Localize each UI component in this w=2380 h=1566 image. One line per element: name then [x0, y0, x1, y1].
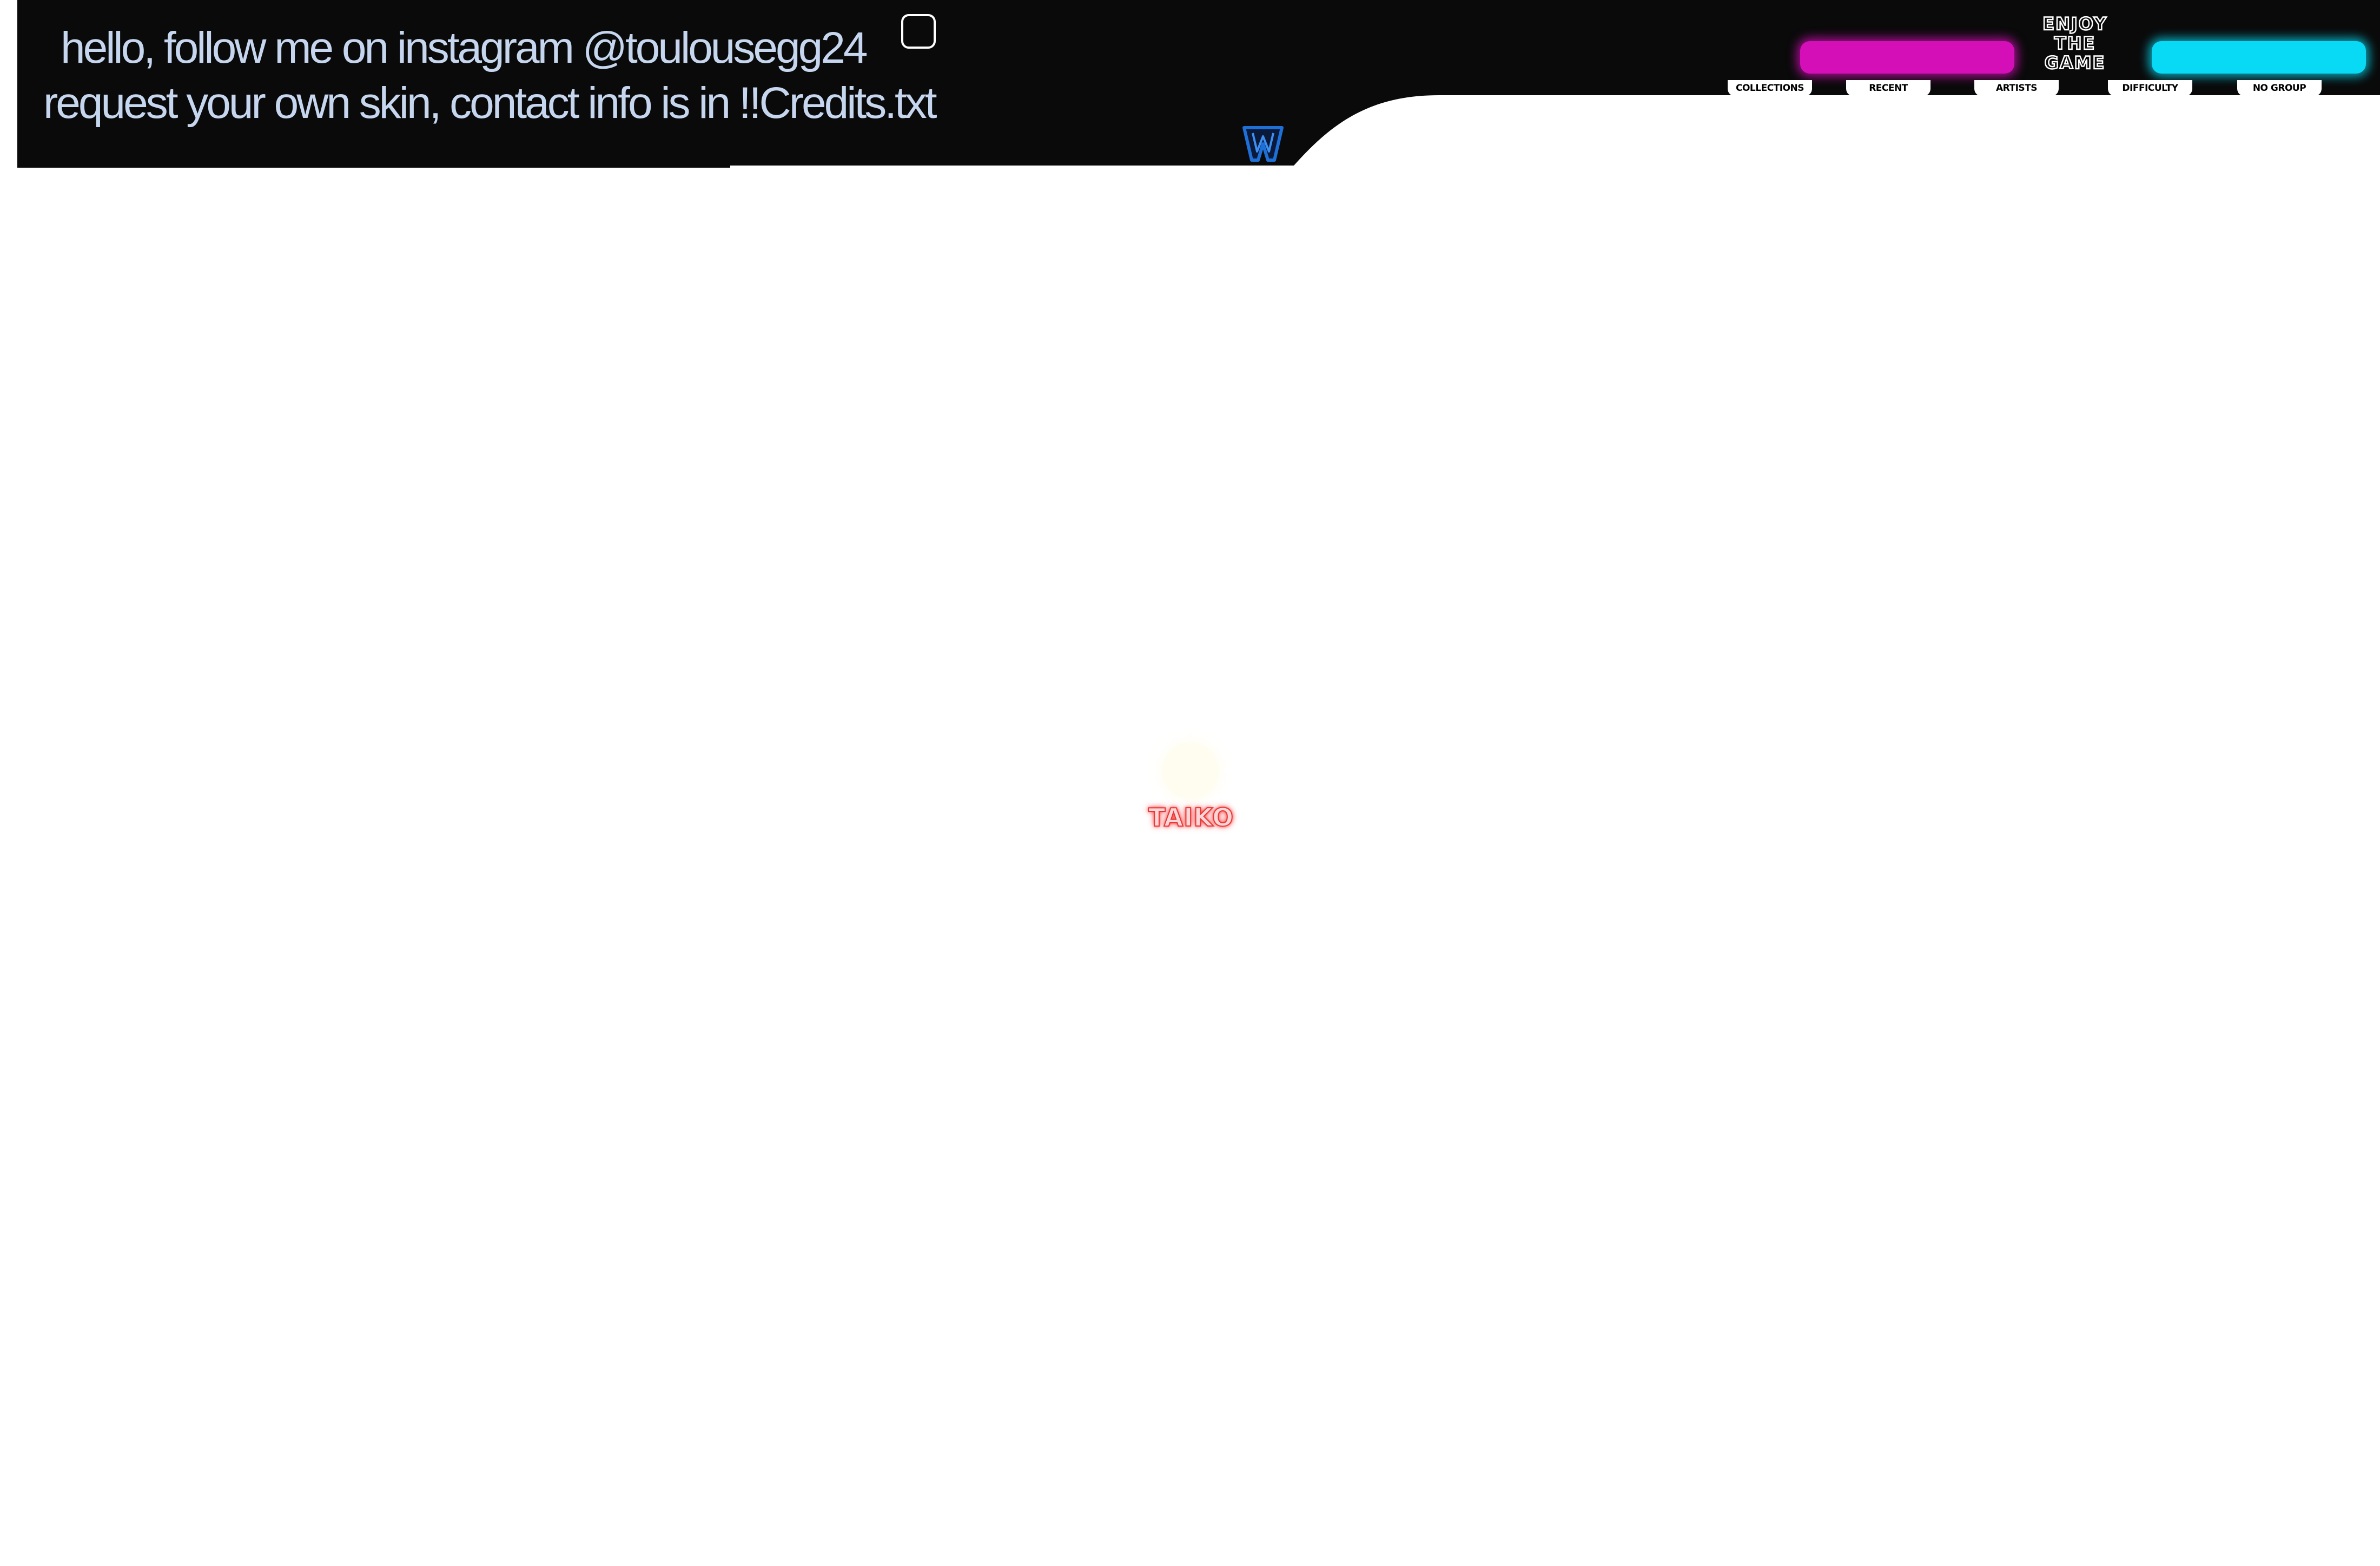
tab-recent[interactable]: RECENT — [1846, 80, 1931, 96]
song-select-screen: hello, follow me on instagram @toulouseg… — [0, 0, 2380, 1566]
logo-line-the: THE — [2054, 33, 2096, 54]
logo-line-enjoy: ENJOY — [2042, 14, 2107, 35]
game-mode-label: TAIKO — [1148, 802, 1234, 832]
tab-artists[interactable]: ARTISTS — [1974, 80, 2059, 96]
group-tabs: COLLECTIONS RECENT ARTISTS DIFFICULTY NO… — [0, 80, 2380, 98]
game-mode-indicator[interactable]: TAIKO — [1142, 746, 1240, 838]
logo-line-game: GAME — [2044, 52, 2106, 74]
neon-cyan-bar[interactable] — [2152, 41, 2366, 74]
tab-collections[interactable]: COLLECTIONS — [1728, 80, 1812, 96]
info-line-instagram: hello, follow me on instagram @toulouseg… — [61, 23, 868, 72]
neon-pink-bar[interactable] — [1800, 41, 2014, 74]
tab-difficulty[interactable]: DIFFICULTY — [2108, 80, 2192, 96]
enjoy-the-game-logo: ENJOY THE GAME — [2037, 14, 2113, 74]
tab-no-group[interactable]: NO GROUP — [2237, 80, 2322, 96]
taiko-drum-icon — [1166, 746, 1215, 795]
w-logo-icon — [1242, 126, 1284, 162]
square-outline-icon[interactable] — [901, 14, 936, 49]
